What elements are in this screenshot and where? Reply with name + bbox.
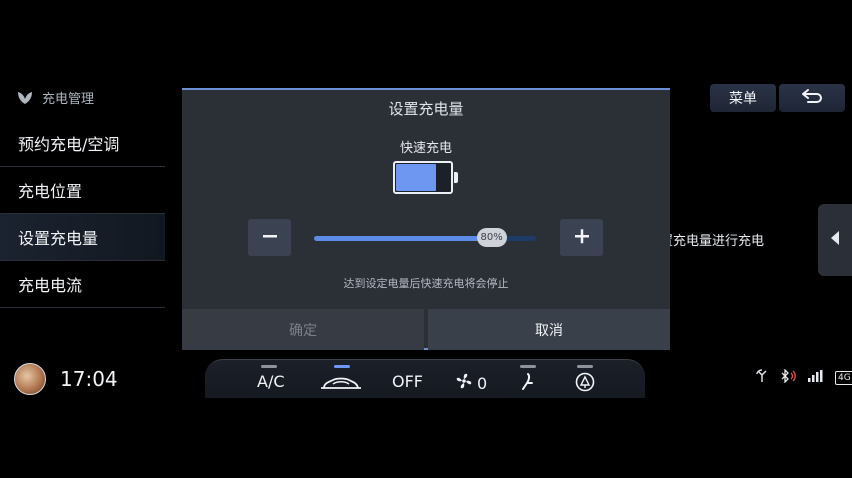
defrost-indicator: [577, 365, 593, 368]
minus-icon: [262, 228, 278, 248]
defrost-icon: [575, 372, 595, 396]
cancel-button-label: 取消: [535, 322, 563, 339]
battery-level-fill: [396, 164, 436, 191]
cancel-button[interactable]: 取消: [428, 309, 670, 350]
signal-strength-icon: [807, 369, 825, 386]
menu-button[interactable]: 菜单: [710, 84, 776, 112]
status-icons: 4G: [755, 368, 852, 386]
app-header: 充电管理: [16, 88, 94, 107]
sidebar-item-label: 预约充电/空调: [18, 135, 120, 154]
seat-icon: [517, 372, 535, 396]
set-charge-level-dialog: 设置充电量 快速充电 80% 达到设定电量后快速充电将会停止 确定 取消: [182, 88, 670, 350]
app-header-label: 充电管理: [42, 92, 95, 107]
sidebar-item-label: 充电位置: [18, 182, 83, 201]
bottom-bar: 17:04 A/C OFF 0 4G: [0, 355, 852, 398]
charge-level-slider[interactable]: 80%: [314, 228, 536, 247]
slider-filled-track: [314, 236, 492, 241]
climate-power-label: OFF: [392, 372, 423, 391]
dialog-hint: 达到设定电量后快速充电将会停止: [343, 277, 509, 290]
fan-speed-control[interactable]: 0: [455, 372, 487, 394]
background-description: 置充电量进行充电: [660, 234, 765, 249]
charging-mode-label: 快速充电: [399, 141, 452, 156]
chevron-left-icon: [829, 230, 841, 250]
antenna-icon: [755, 369, 769, 386]
increase-button[interactable]: [560, 219, 603, 256]
battery-icon: [393, 161, 458, 194]
decrease-button[interactable]: [248, 219, 291, 256]
climate-control-bar: A/C OFF 0: [205, 359, 645, 398]
sidebar-item-charging-current[interactable]: 充电电流: [0, 261, 165, 308]
network-4g-icon: 4G: [835, 370, 852, 385]
battery-cap: [454, 172, 458, 183]
menu-button-label: 菜单: [729, 91, 757, 107]
defrost-button[interactable]: [575, 372, 595, 396]
confirm-button-label: 确定: [289, 322, 317, 339]
slider-thumb[interactable]: 80%: [476, 228, 507, 247]
fan-speed-value: 0: [477, 373, 488, 393]
seat-heat-indicator: [520, 365, 536, 368]
screen: 充电管理 预约充电/空调 充电位置 设置充电量 充电电流 菜单 置充电量进行充电…: [0, 0, 852, 478]
dialog-title: 设置充电量: [388, 100, 464, 118]
ac-indicator: [261, 365, 277, 368]
sidebar-item-charging-location[interactable]: 充电位置: [0, 167, 165, 214]
sidebar-item-set-charge-level[interactable]: 设置充电量: [0, 214, 165, 261]
bluetooth-icon: [779, 368, 797, 386]
sidebar-item-label: 设置充电量: [18, 229, 99, 248]
fan-icon: [455, 372, 473, 394]
back-arrow-icon: [800, 88, 824, 108]
plus-icon: [574, 228, 590, 248]
sidebar-item-reserve-charging[interactable]: 预约充电/空调: [0, 120, 165, 167]
confirm-button[interactable]: 确定: [182, 309, 424, 350]
sidebar-item-label: 充电电流: [18, 276, 83, 295]
climate-power-button[interactable]: OFF: [392, 372, 423, 391]
avatar[interactable]: [14, 363, 46, 395]
ac-label: A/C: [257, 372, 285, 391]
sidebar-menu: 预约充电/空调 充电位置 设置充电量 充电电流: [0, 120, 165, 308]
seat-heat-button[interactable]: [517, 372, 535, 396]
dialog-actions: 确定 取消: [182, 309, 670, 350]
slider-value-label: 80%: [480, 232, 503, 243]
air-recirculation-indicator: [334, 365, 350, 368]
car-air-recirculation-icon: [319, 374, 363, 396]
air-recirculation-button[interactable]: [319, 374, 363, 396]
clock: 17:04: [60, 367, 118, 391]
ac-button[interactable]: A/C: [257, 372, 285, 391]
leaf-icon: [16, 91, 34, 105]
back-button[interactable]: [779, 84, 845, 112]
side-panel-handle[interactable]: [818, 204, 852, 276]
